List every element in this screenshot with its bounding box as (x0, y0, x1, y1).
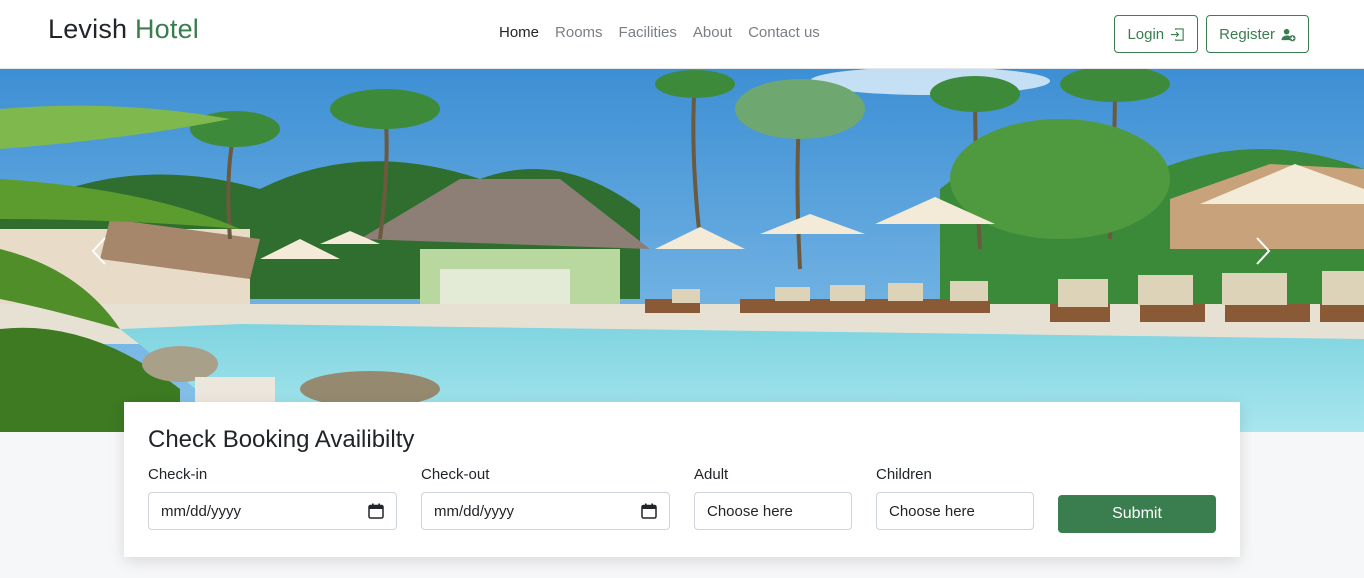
nav-item-contact[interactable]: Contact us (748, 24, 820, 41)
adult-field: Adult Choose here (694, 466, 852, 530)
chevron-right-icon (1256, 237, 1271, 265)
checkin-label: Check-in (148, 466, 208, 483)
nav-item-facilities[interactable]: Facilities (619, 24, 677, 41)
nav-item-about[interactable]: About (693, 24, 732, 41)
adult-label: Adult (694, 466, 729, 483)
calendar-icon[interactable] (368, 503, 384, 519)
register-button[interactable]: Register (1206, 15, 1309, 53)
checkout-label: Check-out (421, 466, 490, 483)
login-button[interactable]: Login (1114, 15, 1199, 53)
auth-buttons: Login Register (1114, 15, 1309, 53)
hero-carousel (0, 69, 1364, 432)
checkin-field: Check-in mm/dd/yyyy (148, 466, 397, 530)
register-button-label: Register (1219, 25, 1275, 43)
checkout-field: Check-out mm/dd/yyyy (421, 466, 670, 530)
submit-button[interactable]: Submit (1058, 495, 1216, 533)
carousel-next-button[interactable] (1248, 231, 1278, 271)
main-nav: Home Rooms Facilities About Contact us (499, 24, 820, 41)
person-plus-icon (1281, 28, 1296, 41)
checkout-date-input[interactable]: mm/dd/yyyy (421, 492, 670, 530)
brand-name-primary: Levish (48, 14, 128, 44)
children-label: Children (876, 466, 932, 483)
nav-item-rooms[interactable]: Rooms (555, 24, 603, 41)
calendar-icon[interactable] (641, 503, 657, 519)
brand-name-accent: Hotel (134, 14, 199, 44)
children-select[interactable]: Choose here (876, 492, 1034, 530)
login-button-label: Login (1127, 25, 1165, 43)
adult-select[interactable]: Choose here (694, 492, 852, 530)
resort-pool-image (0, 69, 1364, 432)
navbar: Levish Hotel Home Rooms Facilities About… (0, 0, 1364, 69)
children-selected-value: Choose here (889, 502, 975, 520)
box-arrow-in-right-icon (1171, 27, 1184, 41)
booking-title: Check Booking Availibilty (148, 426, 415, 453)
checkin-date-input[interactable]: mm/dd/yyyy (148, 492, 397, 530)
children-field: Children Choose here (876, 466, 1034, 530)
carousel-prev-button[interactable] (84, 231, 114, 271)
checkin-value: mm/dd/yyyy (161, 502, 242, 520)
brand-logo[interactable]: Levish Hotel (48, 14, 199, 45)
booking-availability-card: Check Booking Availibilty Check-in mm/dd… (124, 402, 1240, 557)
nav-item-home[interactable]: Home (499, 24, 539, 41)
adult-selected-value: Choose here (707, 502, 793, 520)
checkout-value: mm/dd/yyyy (434, 502, 515, 520)
chevron-left-icon (91, 237, 106, 265)
